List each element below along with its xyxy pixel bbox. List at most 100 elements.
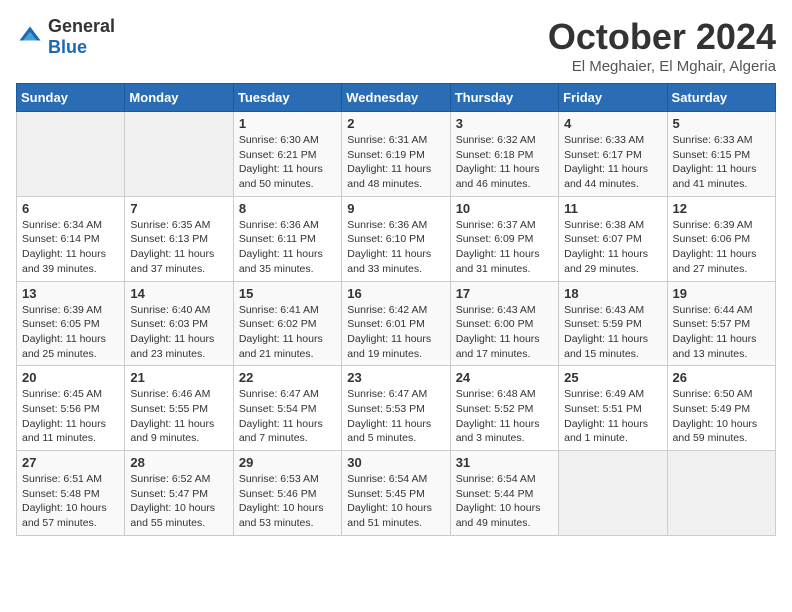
header-friday: Friday: [559, 84, 667, 112]
calendar-cell: 16 Sunrise: 6:42 AMSunset: 6:01 PMDayligh…: [342, 281, 450, 366]
calendar-cell: 9Sunrise: 6:36 AMSunset: 6:10 PMDaylight…: [342, 196, 450, 281]
calendar-cell: [17, 112, 125, 197]
calendar-cell: 15 Sunrise: 6:41 AMSunset: 6:02 PMDayligh…: [233, 281, 341, 366]
cell-info: Sunrise: 6:37 AMSunset: 6:09 PMDaylight:…: [456, 219, 540, 275]
calendar-cell: 25Sunrise: 6:49 AMSunset: 5:51 PMDayligh…: [559, 366, 667, 451]
day-number: 6: [22, 201, 119, 216]
header-tuesday: Tuesday: [233, 84, 341, 112]
header-wednesday: Wednesday: [342, 84, 450, 112]
logo-icon: [16, 23, 44, 51]
calendar-cell: 17Sunrise: 6:43 AMSunset: 6:00 PMDayligh…: [450, 281, 558, 366]
cell-info: Sunrise: 6:53 AMSunset: 5:46 PMDaylight:…: [239, 473, 324, 529]
cell-info: Sunrise: 6:33 AMSunset: 6:17 PMDaylight:…: [564, 134, 648, 190]
calendar-cell: 11Sunrise: 6:38 AMSunset: 6:07 PMDayligh…: [559, 196, 667, 281]
calendar-table: SundayMondayTuesdayWednesdayThursdayFrid…: [16, 83, 776, 536]
cell-info: Sunrise: 6:54 AMSunset: 5:44 PMDaylight:…: [456, 473, 541, 529]
calendar-cell: 12Sunrise: 6:39 AMSunset: 6:06 PMDayligh…: [667, 196, 775, 281]
day-number: 11: [564, 201, 661, 216]
title-block: October 2024 El Meghaier, El Mghair, Alg…: [548, 16, 776, 75]
day-number: 30: [347, 455, 444, 470]
week-row-4: 20 Sunrise: 6:45 AMSunset: 5:56 PMDayligh…: [17, 366, 776, 451]
cell-info: Sunrise: 6:43 AMSunset: 6:00 PMDaylight:…: [456, 304, 540, 360]
week-row-1: 1 Sunrise: 6:30 AMSunset: 6:21 PMDaylight…: [17, 112, 776, 197]
calendar-cell: 2Sunrise: 6:31 AMSunset: 6:19 PMDaylight…: [342, 112, 450, 197]
header-row: SundayMondayTuesdayWednesdayThursdayFrid…: [17, 84, 776, 112]
calendar-cell: [667, 451, 775, 536]
day-number: 22: [239, 370, 336, 385]
day-number: 18: [564, 286, 661, 301]
day-number: 16: [347, 286, 444, 301]
day-number: 15: [239, 286, 336, 301]
calendar-cell: 14 Sunrise: 6:40 AMSunset: 6:03 PMDayligh…: [125, 281, 233, 366]
cell-info: Sunrise: 6:43 AMSunset: 5:59 PMDaylight:…: [564, 304, 648, 360]
day-number: 23: [347, 370, 444, 385]
cell-info: Sunrise: 6:48 AMSunset: 5:52 PMDaylight:…: [456, 388, 540, 444]
cell-info: Sunrise: 6:49 AMSunset: 5:51 PMDaylight:…: [564, 388, 648, 444]
page-header: General Blue October 2024 El Meghaier, E…: [16, 16, 776, 75]
cell-info: Sunrise: 6:44 AMSunset: 5:57 PMDaylight:…: [673, 304, 757, 360]
cell-info: Sunrise: 6:45 AMSunset: 5:56 PMDaylight:…: [22, 388, 106, 444]
week-row-5: 27Sunrise: 6:51 AMSunset: 5:48 PMDayligh…: [17, 451, 776, 536]
day-number: 12: [673, 201, 770, 216]
day-number: 26: [673, 370, 770, 385]
day-number: 13: [22, 286, 119, 301]
cell-info: Sunrise: 6:41 AMSunset: 6:02 PMDaylight:…: [239, 304, 323, 360]
day-number: 20: [22, 370, 119, 385]
calendar-cell: 23 Sunrise: 6:47 AMSunset: 5:53 PMDayligh…: [342, 366, 450, 451]
cell-info: Sunrise: 6:46 AMSunset: 5:55 PMDaylight:…: [130, 388, 214, 444]
calendar-cell: 13 Sunrise: 6:39 AMSunset: 6:05 PMDayligh…: [17, 281, 125, 366]
cell-info: Sunrise: 6:36 AMSunset: 6:11 PMDaylight:…: [239, 219, 323, 275]
day-number: 7: [130, 201, 227, 216]
title-location: El Meghaier, El Mghair, Algeria: [548, 58, 776, 75]
cell-info: Sunrise: 6:31 AMSunset: 6:19 PMDaylight:…: [347, 134, 431, 190]
header-monday: Monday: [125, 84, 233, 112]
calendar-cell: 28 Sunrise: 6:52 AMSunset: 5:47 PMDayligh…: [125, 451, 233, 536]
cell-info: Sunrise: 6:52 AMSunset: 5:47 PMDaylight:…: [130, 473, 215, 529]
day-number: 27: [22, 455, 119, 470]
calendar-cell: 8 Sunrise: 6:36 AMSunset: 6:11 PMDaylight…: [233, 196, 341, 281]
calendar-cell: 22 Sunrise: 6:47 AMSunset: 5:54 PMDayligh…: [233, 366, 341, 451]
cell-info: Sunrise: 6:40 AMSunset: 6:03 PMDaylight:…: [130, 304, 214, 360]
cell-info: Sunrise: 6:42 AMSunset: 6:01 PMDaylight:…: [347, 304, 431, 360]
day-number: 3: [456, 116, 553, 131]
day-number: 5: [673, 116, 770, 131]
day-number: 1: [239, 116, 336, 131]
day-number: 19: [673, 286, 770, 301]
day-number: 31: [456, 455, 553, 470]
calendar-cell: 29Sunrise: 6:53 AMSunset: 5:46 PMDayligh…: [233, 451, 341, 536]
calendar-cell: 26 Sunrise: 6:50 AMSunset: 5:49 PMDayligh…: [667, 366, 775, 451]
logo-blue: Blue: [48, 37, 87, 57]
header-saturday: Saturday: [667, 84, 775, 112]
day-number: 8: [239, 201, 336, 216]
day-number: 28: [130, 455, 227, 470]
cell-info: Sunrise: 6:54 AMSunset: 5:45 PMDaylight:…: [347, 473, 432, 529]
calendar-cell: [559, 451, 667, 536]
cell-info: Sunrise: 6:33 AMSunset: 6:15 PMDaylight:…: [673, 134, 757, 190]
header-sunday: Sunday: [17, 84, 125, 112]
header-thursday: Thursday: [450, 84, 558, 112]
week-row-2: 6 Sunrise: 6:34 AMSunset: 6:14 PMDaylight…: [17, 196, 776, 281]
cell-info: Sunrise: 6:30 AMSunset: 6:21 PMDaylight:…: [239, 134, 323, 190]
calendar-header: SundayMondayTuesdayWednesdayThursdayFrid…: [17, 84, 776, 112]
cell-info: Sunrise: 6:39 AMSunset: 6:05 PMDaylight:…: [22, 304, 106, 360]
day-number: 24: [456, 370, 553, 385]
cell-info: Sunrise: 6:50 AMSunset: 5:49 PMDaylight:…: [673, 388, 758, 444]
calendar-cell: 1 Sunrise: 6:30 AMSunset: 6:21 PMDaylight…: [233, 112, 341, 197]
cell-info: Sunrise: 6:47 AMSunset: 5:53 PMDaylight:…: [347, 388, 431, 444]
cell-info: Sunrise: 6:47 AMSunset: 5:54 PMDaylight:…: [239, 388, 323, 444]
day-number: 14: [130, 286, 227, 301]
calendar-cell: 21 Sunrise: 6:46 AMSunset: 5:55 PMDayligh…: [125, 366, 233, 451]
calendar-cell: 31 Sunrise: 6:54 AMSunset: 5:44 PMDayligh…: [450, 451, 558, 536]
cell-info: Sunrise: 6:32 AMSunset: 6:18 PMDaylight:…: [456, 134, 540, 190]
week-row-3: 13 Sunrise: 6:39 AMSunset: 6:05 PMDayligh…: [17, 281, 776, 366]
calendar-cell: 6 Sunrise: 6:34 AMSunset: 6:14 PMDaylight…: [17, 196, 125, 281]
calendar-cell: 5 Sunrise: 6:33 AMSunset: 6:15 PMDaylight…: [667, 112, 775, 197]
cell-info: Sunrise: 6:35 AMSunset: 6:13 PMDaylight:…: [130, 219, 214, 275]
logo-general: General: [48, 16, 115, 36]
calendar-cell: 20 Sunrise: 6:45 AMSunset: 5:56 PMDayligh…: [17, 366, 125, 451]
cell-info: Sunrise: 6:34 AMSunset: 6:14 PMDaylight:…: [22, 219, 106, 275]
logo: General Blue: [16, 16, 115, 58]
day-number: 21: [130, 370, 227, 385]
calendar-body: 1 Sunrise: 6:30 AMSunset: 6:21 PMDaylight…: [17, 112, 776, 536]
calendar-cell: 19 Sunrise: 6:44 AMSunset: 5:57 PMDayligh…: [667, 281, 775, 366]
